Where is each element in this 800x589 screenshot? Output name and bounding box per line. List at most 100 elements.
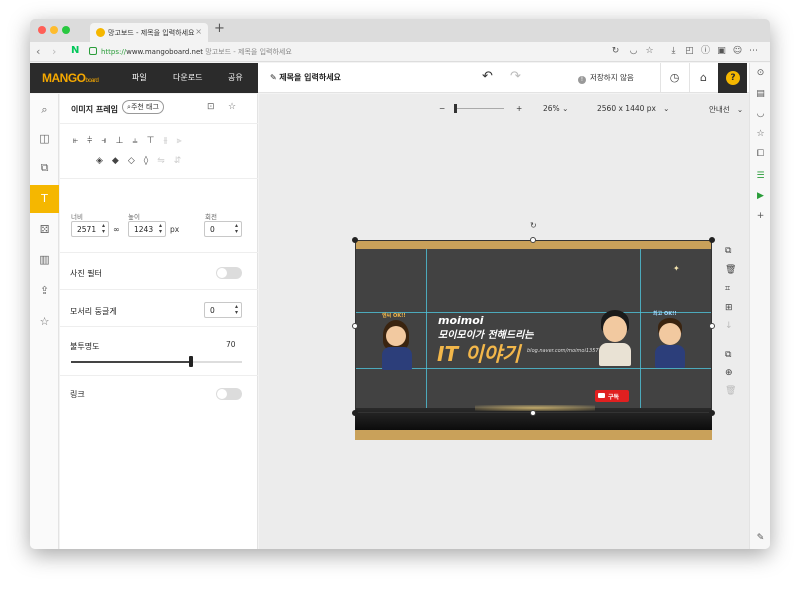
corner-stepper-icon[interactable]: ▴ ▾ xyxy=(235,304,238,316)
opacity-slider-knob[interactable] xyxy=(189,356,193,367)
height-stepper-icon[interactable]: ▴ ▾ xyxy=(159,223,162,235)
resize-handle-bottom-right[interactable] xyxy=(709,410,715,416)
info-icon[interactable]: ⓘ xyxy=(700,46,711,57)
lock-icon[interactable]: ⊡ xyxy=(207,102,215,112)
canvas-size-select[interactable]: 2560 x 1440 px ⌄ xyxy=(597,104,669,113)
add-sidebar-icon[interactable]: + xyxy=(755,211,766,221)
naver-logo-icon[interactable]: N xyxy=(71,45,79,56)
zoom-slider-knob[interactable] xyxy=(454,104,457,113)
text-tool-icon[interactable]: T xyxy=(30,185,59,213)
delete-page-icon[interactable]: 🗑 xyxy=(725,386,736,396)
resize-handle-left[interactable] xyxy=(352,323,358,329)
delete-icon[interactable]: 🗑 xyxy=(725,265,736,275)
shield-icon[interactable]: ◡ xyxy=(628,46,639,57)
bring-forward-icon[interactable]: ◆ xyxy=(112,156,128,166)
replace-image-icon[interactable]: ⊞ xyxy=(725,303,733,313)
send-back-icon[interactable]: ◊ xyxy=(144,156,157,166)
lock-user-icon[interactable]: ⌂ xyxy=(689,63,717,93)
bring-front-icon[interactable]: ◈ xyxy=(96,156,112,166)
width-input[interactable]: 2571 ▴ ▾ xyxy=(71,221,109,237)
forward-icon[interactable]: › xyxy=(52,45,56,58)
redo-icon[interactable]: ↷ xyxy=(510,69,521,84)
play-icon[interactable]: ▶ xyxy=(755,191,766,201)
resize-handle-top[interactable] xyxy=(530,237,536,243)
zoom-in-button[interactable]: + xyxy=(516,104,522,113)
menu-download[interactable]: 다운로드 xyxy=(173,72,202,83)
align-right-icon[interactable]: ⫣ xyxy=(101,136,115,146)
screenshot-icon[interactable]: ◰ xyxy=(684,46,695,57)
browser-tab[interactable]: 망고보드 - 제목을 입력하세요 × xyxy=(90,23,208,42)
chart-icon[interactable]: ▥ xyxy=(30,246,59,274)
pin-icon[interactable]: ✎ xyxy=(755,533,766,543)
rotate-handle-icon[interactable]: ↻ xyxy=(530,221,537,230)
favorite-icon[interactable]: ☆ xyxy=(228,102,236,112)
align-bottom-icon[interactable]: ⊥ xyxy=(116,136,133,146)
notes-icon[interactable]: ⧠ xyxy=(755,149,766,159)
align-center-icon[interactable]: ⫩ xyxy=(87,136,101,146)
link-ratio-icon[interactable]: ∞ xyxy=(113,225,120,234)
flip-vertical-icon[interactable]: ⇵ xyxy=(174,156,191,166)
resize-handle-top-left[interactable] xyxy=(352,237,358,243)
width-stepper-icon[interactable]: ▴ ▾ xyxy=(102,223,105,235)
close-tab-icon[interactable]: × xyxy=(195,27,202,36)
lock-icon[interactable] xyxy=(89,47,97,55)
upload-icon[interactable]: ⇪ xyxy=(30,277,59,305)
star-sidebar-icon[interactable]: ☆ xyxy=(755,129,766,139)
menu-share[interactable]: 공유 xyxy=(228,72,243,83)
guides-select[interactable]: 안내선 ⌄ xyxy=(709,104,743,115)
shield-sidebar-icon[interactable]: ◡ xyxy=(755,109,766,119)
distribute-horizontal-icon[interactable]: ⫸ xyxy=(177,136,191,146)
zoom-out-button[interactable]: − xyxy=(439,104,445,113)
corner-round-input[interactable]: 0 ▴ ▾ xyxy=(204,302,242,318)
copy-icon[interactable]: ⧉ xyxy=(725,246,731,256)
minimize-window-button[interactable] xyxy=(50,26,58,34)
element-icon[interactable]: ⧉ xyxy=(30,154,59,182)
send-backward-icon[interactable]: ◇ xyxy=(128,156,144,166)
duplicate-page-icon[interactable]: ⧉ xyxy=(725,350,731,360)
add-page-icon[interactable]: ⊕ xyxy=(725,368,733,378)
bookmark-star-icon[interactable]: ☆ xyxy=(644,46,655,57)
rotation-stepper-icon[interactable]: ▴ ▾ xyxy=(235,223,238,235)
recommended-tag-button[interactable]: ⌕주천 태그 xyxy=(122,100,164,114)
list-icon[interactable]: ☰ xyxy=(755,171,766,181)
flip-horizontal-icon[interactable]: ⇋ xyxy=(157,156,174,166)
crop-icon[interactable]: ⌗ xyxy=(725,284,730,294)
distribute-vertical-icon[interactable]: ⫵ xyxy=(163,136,176,146)
link-toggle[interactable] xyxy=(216,388,242,400)
history-icon[interactable]: ◷ xyxy=(660,63,688,93)
rotation-input[interactable]: 0 ▴ ▾ xyxy=(204,221,242,237)
reload-icon[interactable]: ↻ xyxy=(610,46,621,57)
menu-file[interactable]: 파일 xyxy=(132,72,147,83)
zoom-slider[interactable] xyxy=(454,108,504,109)
resize-handle-bottom-left[interactable] xyxy=(352,410,358,416)
url-field[interactable]: https://www.mangoboard.net 망고보드 - 제목을 입력… xyxy=(101,47,292,57)
resize-handle-top-right[interactable] xyxy=(709,237,715,243)
document-title[interactable]: ✎ 제목을 입력하세요 xyxy=(270,72,341,83)
photo-filter-toggle[interactable] xyxy=(216,267,242,279)
help-button[interactable]: ? xyxy=(718,63,747,93)
align-middle-icon[interactable]: ⫨ xyxy=(133,136,147,146)
align-left-icon[interactable]: ⫦ xyxy=(73,136,87,146)
resize-handle-right[interactable] xyxy=(709,323,715,329)
background-icon[interactable]: ⚄ xyxy=(30,216,59,244)
close-window-button[interactable] xyxy=(38,26,46,34)
move-down-icon[interactable]: ↓ xyxy=(725,321,733,331)
resize-handle-bottom[interactable] xyxy=(530,410,536,416)
undo-icon[interactable]: ↶ xyxy=(482,69,493,84)
align-top-icon[interactable]: ⊤ xyxy=(147,136,164,146)
template-icon[interactable]: ◫ xyxy=(30,125,59,153)
favorite-star-icon[interactable]: ☆ xyxy=(30,308,59,336)
new-tab-button[interactable]: + xyxy=(214,21,225,36)
extension-icon[interactable]: ▣ xyxy=(716,46,727,57)
profile-icon[interactable]: ☺ xyxy=(732,46,743,57)
maximize-window-button[interactable] xyxy=(62,26,70,34)
calendar-icon[interactable]: ▤ xyxy=(755,89,766,99)
height-input[interactable]: 1243 ▴ ▾ xyxy=(128,221,166,237)
download-icon[interactable]: ⤓ xyxy=(668,46,679,57)
zoom-percent-select[interactable]: 26% ⌄ xyxy=(543,104,568,113)
more-menu-icon[interactable]: ⋯ xyxy=(748,46,759,57)
mangoboard-logo[interactable]: MANGOboard xyxy=(42,71,99,85)
back-icon[interactable]: ‹ xyxy=(36,45,40,58)
search-sidebar-icon[interactable]: ⊙ xyxy=(755,68,766,78)
search-icon[interactable]: ⌕ xyxy=(30,96,59,124)
